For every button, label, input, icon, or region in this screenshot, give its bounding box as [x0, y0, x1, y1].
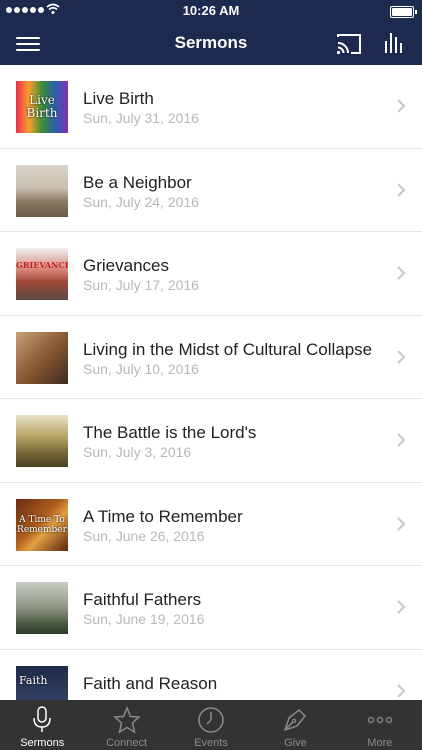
sermon-row[interactable]: Live Birth Live Birth Sun, July 31, 2016	[0, 65, 422, 149]
status-bar: 10:26 AM	[0, 0, 422, 22]
tab-label: Sermons	[20, 737, 65, 749]
sermon-row[interactable]: Living in the Midst of Cultural Collapse…	[0, 316, 422, 399]
sermon-title: Be a Neighbor	[83, 172, 192, 192]
pen-nib-icon	[284, 708, 307, 732]
battery-icon	[390, 6, 417, 18]
microphone-icon	[33, 706, 51, 732]
sermon-thumbnail	[16, 331, 68, 384]
tab-label: Give	[284, 737, 307, 749]
tab-events[interactable]: Events	[169, 700, 253, 750]
sermon-thumbnail	[16, 164, 68, 217]
chevron-right-icon	[397, 182, 406, 197]
cast-icon[interactable]	[336, 32, 362, 56]
tab-label: Events	[194, 737, 228, 749]
chevron-right-icon	[397, 683, 406, 698]
status-time: 10:26 AM	[182, 3, 240, 18]
sermon-date: Sun, July 24, 2016	[83, 193, 199, 210]
thumbnail-caption: GRIEVANCES	[16, 259, 68, 270]
sermon-title: Live Birth	[83, 89, 154, 108]
sermon-date: Sun, July 17, 2016	[83, 277, 199, 293]
sermon-title: A Time to Remember	[83, 506, 243, 526]
clock-icon	[198, 707, 224, 733]
sermon-row[interactable]: A Time To Remember A Time to Remember Su…	[0, 483, 422, 566]
sermon-title: Grievances	[83, 256, 169, 275]
sermon-row[interactable]: Faithful Fathers Sun, June 19, 2016	[0, 566, 422, 650]
tab-connect[interactable]: Connect	[84, 700, 168, 750]
sermon-row[interactable]: The Battle is the Lord's Sun, July 3, 20…	[0, 399, 422, 483]
chevron-right-icon	[397, 266, 406, 280]
sermon-list: Live Birth Live Birth Sun, July 31, 2016…	[0, 65, 422, 700]
tab-sermons[interactable]: Sermons	[0, 700, 84, 750]
chevron-right-icon	[397, 349, 406, 364]
tab-label: More	[367, 737, 393, 749]
sermon-row[interactable]: Be a Neighbor Sun, July 24, 2016	[0, 149, 422, 232]
tab-more[interactable]: More	[338, 700, 422, 750]
sermon-thumbnail: Faith	[16, 665, 68, 700]
thumbnail-caption: Live Birth	[26, 93, 58, 120]
more-dots-icon	[367, 716, 392, 724]
star-icon	[112, 706, 141, 734]
sermon-title: Living in the Midst of Cultural Collapse	[83, 339, 373, 359]
sermon-title: Faithful Fathers	[83, 590, 202, 609]
tab-give[interactable]: Give	[253, 700, 337, 750]
chevron-right-icon	[397, 433, 406, 447]
sermon-date: Sun, July 31, 2016	[83, 110, 199, 126]
sermon-thumbnail: Live Birth	[16, 81, 68, 133]
chevron-right-icon	[397, 600, 406, 614]
chevron-right-icon	[397, 516, 406, 531]
tab-bar: Sermons Connect Events Give More	[0, 700, 422, 750]
navigation-bar: Sermons	[0, 22, 422, 65]
thumbnail-caption: A Time To Remember	[17, 514, 67, 535]
stats-bars-icon[interactable]	[384, 31, 406, 55]
chevron-right-icon	[397, 99, 406, 113]
sermon-date: Sun, July 3, 2016	[83, 444, 192, 460]
sermon-date: Sun, June 26, 2016	[83, 527, 205, 544]
sermon-thumbnail: A Time To Remember	[16, 498, 68, 551]
sermon-title: Faith and Reason	[83, 673, 218, 693]
sermon-date: Sun, July 10, 2016	[83, 360, 199, 377]
sermon-thumbnail	[16, 415, 68, 467]
sermon-thumbnail: GRIEVANCES	[16, 248, 68, 300]
tab-label: Connect	[106, 737, 148, 749]
sermon-row[interactable]: Faith Faith and Reason	[0, 650, 422, 700]
sermon-row[interactable]: GRIEVANCES Grievances Sun, July 17, 2016	[0, 232, 422, 316]
thumbnail-caption: Faith	[19, 674, 48, 688]
sermon-thumbnail	[16, 582, 68, 634]
sermon-date: Sun, June 19, 2016	[83, 611, 205, 627]
sermon-title: The Battle is the Lord's	[83, 423, 257, 442]
